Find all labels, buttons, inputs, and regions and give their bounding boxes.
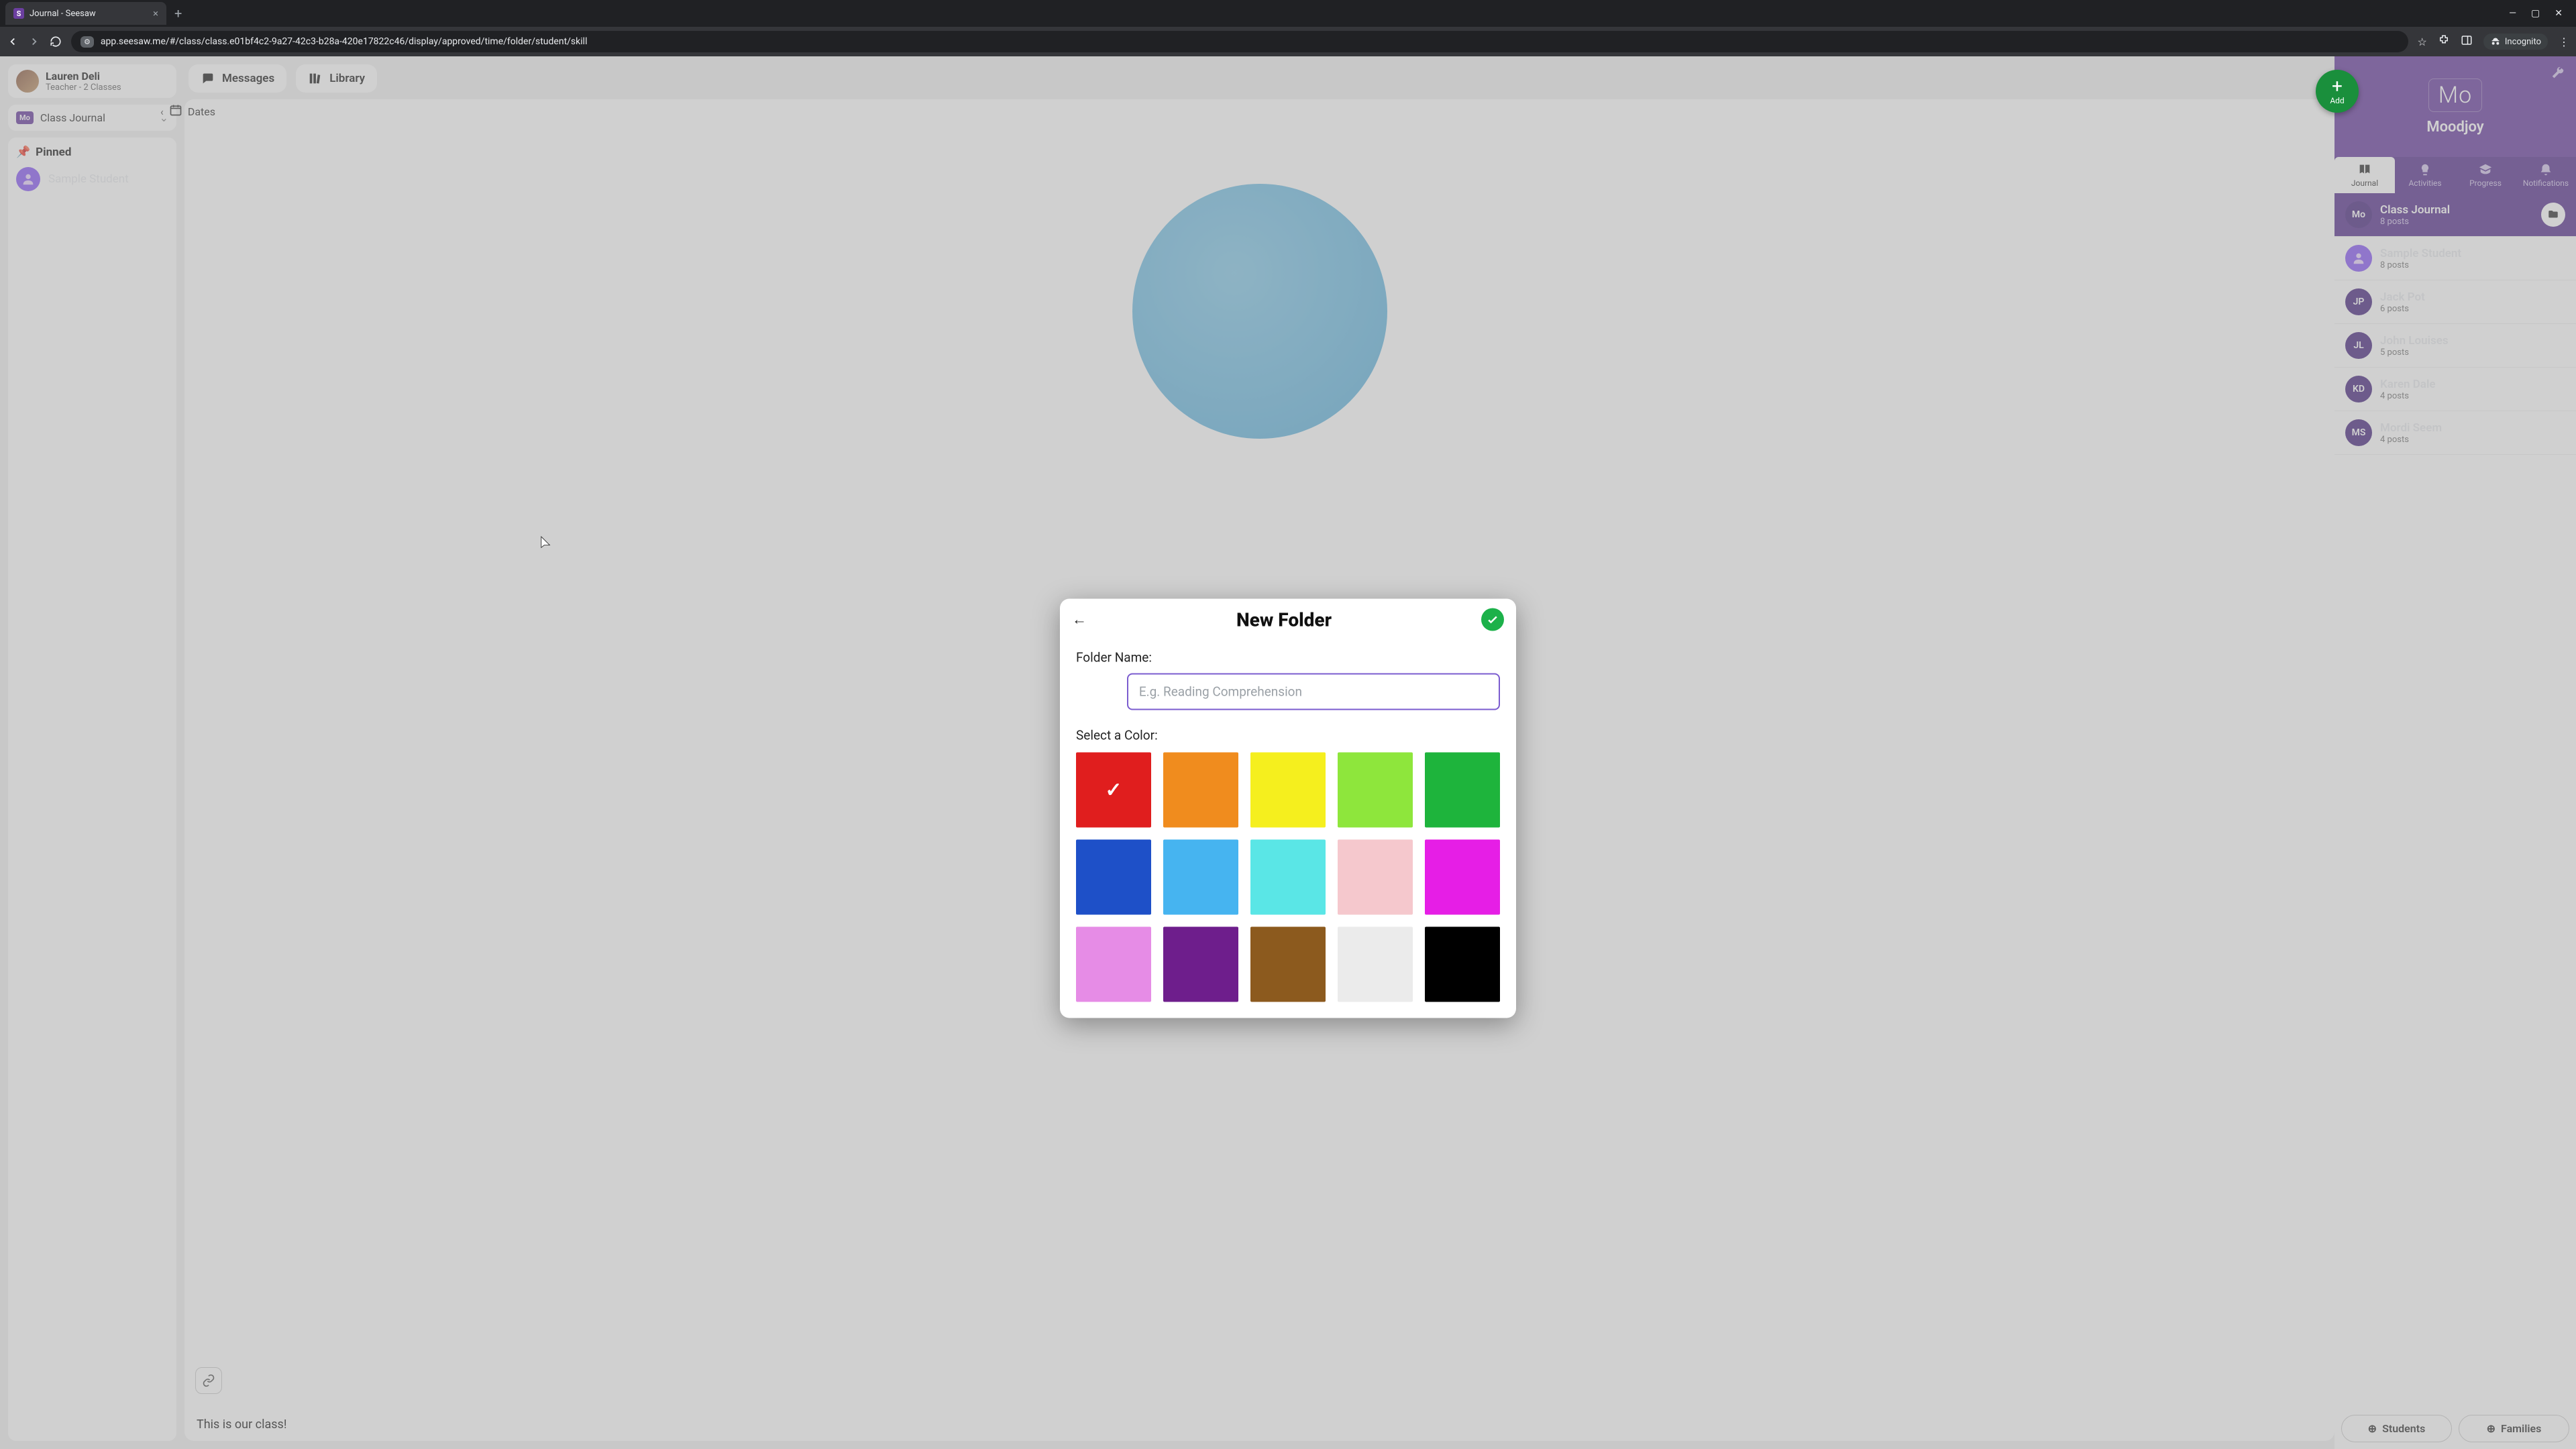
select-color-label: Select a Color: — [1076, 728, 1500, 743]
seesaw-favicon: S — [13, 8, 24, 19]
color-swatch[interactable] — [1076, 840, 1151, 915]
modal-title: New Folder — [1087, 608, 1481, 631]
color-swatch[interactable] — [1338, 753, 1413, 828]
back-icon[interactable] — [7, 36, 19, 48]
new-tab-button[interactable]: + — [170, 5, 186, 21]
color-swatch[interactable] — [1076, 927, 1151, 1002]
extensions-icon[interactable] — [2438, 34, 2450, 49]
color-swatch[interactable] — [1250, 753, 1326, 828]
url-field[interactable]: ⚙ app.seesaw.me/#/class/class.e01bf4c2-9… — [71, 31, 2408, 52]
close-window-icon[interactable]: ✕ — [2555, 8, 2563, 19]
new-folder-modal: ← New Folder Folder Name: Select a Color… — [1060, 599, 1516, 1018]
reload-icon[interactable] — [50, 36, 62, 48]
color-swatch[interactable] — [1338, 840, 1413, 915]
plus-icon: + — [2332, 77, 2343, 96]
color-swatch[interactable] — [1163, 753, 1238, 828]
color-swatch[interactable] — [1425, 927, 1500, 1002]
browser-menu-icon[interactable]: ⋮ — [2559, 36, 2569, 48]
add-label: Add — [2330, 96, 2344, 105]
color-swatch[interactable] — [1076, 753, 1151, 828]
add-button[interactable]: + Add — [2316, 70, 2359, 113]
site-settings-icon[interactable]: ⚙ — [80, 36, 94, 48]
tab-title: Journal - Seesaw — [30, 9, 96, 19]
confirm-button[interactable] — [1481, 608, 1504, 631]
maximize-icon[interactable]: ▢ — [2531, 8, 2540, 19]
minimize-icon[interactable]: — — [2509, 8, 2516, 19]
color-swatch[interactable] — [1425, 840, 1500, 915]
forward-icon[interactable] — [28, 36, 40, 48]
incognito-label: Incognito — [2505, 37, 2541, 47]
window-controls: — ▢ ✕ — [2509, 8, 2571, 19]
close-tab-icon[interactable]: × — [153, 7, 158, 19]
color-swatch[interactable] — [1163, 927, 1238, 1002]
color-grid — [1076, 753, 1500, 1002]
address-bar: ⚙ app.seesaw.me/#/class/class.e01bf4c2-9… — [0, 27, 2576, 56]
folder-name-input[interactable] — [1127, 674, 1500, 710]
browser-tab-bar: S Journal - Seesaw × + — ▢ ✕ — [0, 0, 2576, 27]
color-swatch[interactable] — [1250, 840, 1326, 915]
url-text: app.seesaw.me/#/class/class.e01bf4c2-9a2… — [101, 36, 588, 47]
bookmark-star-icon[interactable]: ☆ — [2418, 36, 2427, 48]
incognito-icon — [2490, 36, 2501, 47]
check-icon — [1486, 613, 1499, 627]
color-swatch[interactable] — [1163, 840, 1238, 915]
color-swatch[interactable] — [1338, 927, 1413, 1002]
folder-name-label: Folder Name: — [1076, 650, 1500, 665]
back-arrow-icon[interactable]: ← — [1072, 611, 1087, 629]
side-panel-icon[interactable] — [2461, 34, 2473, 49]
color-swatch[interactable] — [1250, 927, 1326, 1002]
color-swatch[interactable] — [1425, 753, 1500, 828]
browser-tab[interactable]: S Journal - Seesaw × — [5, 2, 166, 25]
incognito-badge[interactable]: Incognito — [2483, 34, 2548, 50]
